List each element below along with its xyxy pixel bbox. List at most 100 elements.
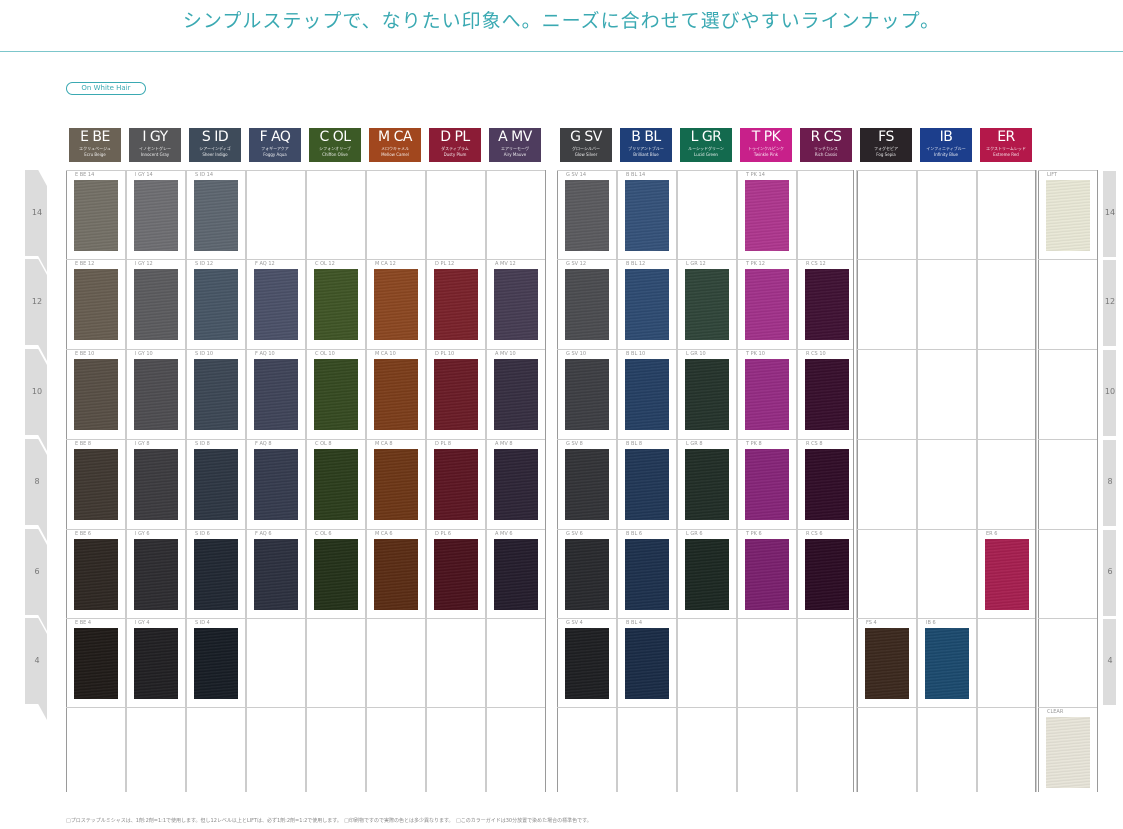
- page-title: シンプルステップで、なりたい印象へ。ニーズに合わせて選びやすいラインナップ。: [182, 10, 941, 32]
- hair-swatch: [805, 269, 849, 340]
- shade-label: S ID 8: [195, 441, 210, 447]
- grid-row-line: [857, 170, 1035, 171]
- hair-swatch: [565, 359, 609, 430]
- color-header-b-bl: B BL ブリリアントブルー Brilliant Blue: [620, 128, 672, 162]
- grid-column-line: [1036, 170, 1037, 792]
- grid-row-line: [1038, 529, 1097, 530]
- level-tab-left: [25, 170, 47, 272]
- color-header-e-be: E BE エクリュベージュ Ecru Beige: [69, 128, 121, 162]
- color-code: A MV: [498, 129, 532, 145]
- grid-column-line: [186, 170, 187, 792]
- level-tab-left: [25, 439, 47, 541]
- grid-row-line: [557, 618, 853, 619]
- level-tab-left: [25, 529, 47, 631]
- shade-label: B BL 6: [626, 531, 643, 537]
- color-code: FS: [878, 129, 894, 145]
- hair-swatch: [434, 359, 478, 430]
- shade-label: G SV 8: [566, 441, 583, 447]
- hair-swatch: [685, 449, 729, 520]
- hair-swatch: [625, 449, 669, 520]
- section-separator: [557, 170, 558, 792]
- hair-swatch: [925, 628, 969, 699]
- grid-row-line: [66, 259, 545, 260]
- section-separator: [1097, 170, 1098, 792]
- color-name-en: Infinity Blue: [934, 152, 958, 157]
- lift-clear-bar: Lift/Clear: [1038, 107, 1098, 118]
- grid-row-line: [66, 529, 545, 530]
- hair-swatch: [805, 449, 849, 520]
- hair-swatch: [254, 269, 298, 340]
- shade-label: S ID 6: [195, 531, 210, 537]
- shade-label: M CA 10: [375, 351, 396, 357]
- control-line-bar: Control Line: [857, 107, 1035, 118]
- hair-swatch: [625, 359, 669, 430]
- color-name-en: Foggy Aqua: [263, 152, 287, 157]
- on-white-hair-badge: On White Hair: [66, 82, 146, 95]
- shade-label: B BL 8: [626, 441, 643, 447]
- glitter-line-bar: Glitter Line: [557, 107, 853, 118]
- color-code: F AQ: [259, 129, 291, 145]
- shade-label: E BE 10: [75, 351, 95, 357]
- hair-swatch: [745, 359, 789, 430]
- color-name-en: Brilliant Blue: [633, 152, 659, 157]
- glitter-line-label: Glitter Line: [561, 108, 606, 116]
- hair-swatch: [685, 269, 729, 340]
- color-name-en: Airy Mauve: [503, 152, 527, 157]
- hair-swatch: [434, 449, 478, 520]
- level-number-right: 10: [1104, 387, 1116, 396]
- shade-label: E BE 12: [75, 261, 95, 267]
- shade-label: S ID 12: [195, 261, 214, 267]
- shade-label: M CA 8: [375, 441, 393, 447]
- shade-label: A MV 10: [495, 351, 516, 357]
- shade-label: F AQ 10: [255, 351, 275, 357]
- nudio-line-bar: Nudio Line: [66, 107, 542, 118]
- hair-swatch: [494, 269, 538, 340]
- hair-swatch: [134, 628, 178, 699]
- footnote: □プロステップルミシャスは、1剤:2剤=1:1で使用します。但し12レベル以上と…: [66, 818, 592, 824]
- hair-swatch: [194, 539, 238, 610]
- color-header-ib: IB インフィニティブルー Infinity Blue: [920, 128, 972, 162]
- hair-swatch: [685, 359, 729, 430]
- shade-label: E BE 4: [75, 620, 92, 626]
- shade-label: L GR 10: [686, 351, 706, 357]
- hair-swatch: [314, 359, 358, 430]
- shade-label: R CS 10: [806, 351, 826, 357]
- color-name-en: Innocent Gray: [140, 152, 170, 157]
- color-name-en: Twinkle Pink: [753, 152, 779, 157]
- grid-row-line: [857, 618, 1035, 619]
- grid-row-line: [66, 707, 545, 708]
- grid-column-line: [366, 170, 367, 792]
- color-name-en: Fog Sepia: [876, 152, 896, 157]
- grid-column-line: [426, 170, 427, 792]
- shade-label: D PL 8: [435, 441, 452, 447]
- shade-label: I GY 10: [135, 351, 153, 357]
- color-code: D PL: [440, 129, 470, 145]
- control-line-label: Control Line: [861, 108, 910, 116]
- shade-label: I GY 14: [135, 172, 153, 178]
- hair-swatch: [134, 180, 178, 251]
- hair-swatch: [434, 269, 478, 340]
- level-number-right: 4: [1107, 656, 1113, 665]
- color-name-en: Chiffon Olive: [322, 152, 348, 157]
- level-number-right: 6: [1107, 567, 1113, 576]
- level-tab-left: [25, 349, 47, 451]
- color-name-en: Dusty Plum: [443, 152, 467, 157]
- shade-label: C OL 8: [315, 441, 332, 447]
- color-code: G SV: [570, 129, 602, 145]
- color-code: B BL: [631, 129, 661, 145]
- hair-swatch: [374, 269, 418, 340]
- color-code: M CA: [378, 129, 412, 145]
- color-header-fs: FS フォグセピア Fog Sepia: [860, 128, 912, 162]
- shade-label: I GY 4: [135, 620, 150, 626]
- grid-row-line: [1038, 618, 1097, 619]
- grid-row-line: [557, 439, 853, 440]
- shade-label: G SV 14: [566, 172, 587, 178]
- nudio-line-label: Nudio Line: [70, 108, 113, 116]
- hair-swatch: [74, 180, 118, 251]
- hair-swatch: [314, 449, 358, 520]
- hair-swatch: [314, 539, 358, 610]
- color-code: L GR: [690, 129, 722, 145]
- hair-swatch: [565, 269, 609, 340]
- shade-label: T PK 14: [746, 172, 765, 178]
- hair-swatch: [254, 539, 298, 610]
